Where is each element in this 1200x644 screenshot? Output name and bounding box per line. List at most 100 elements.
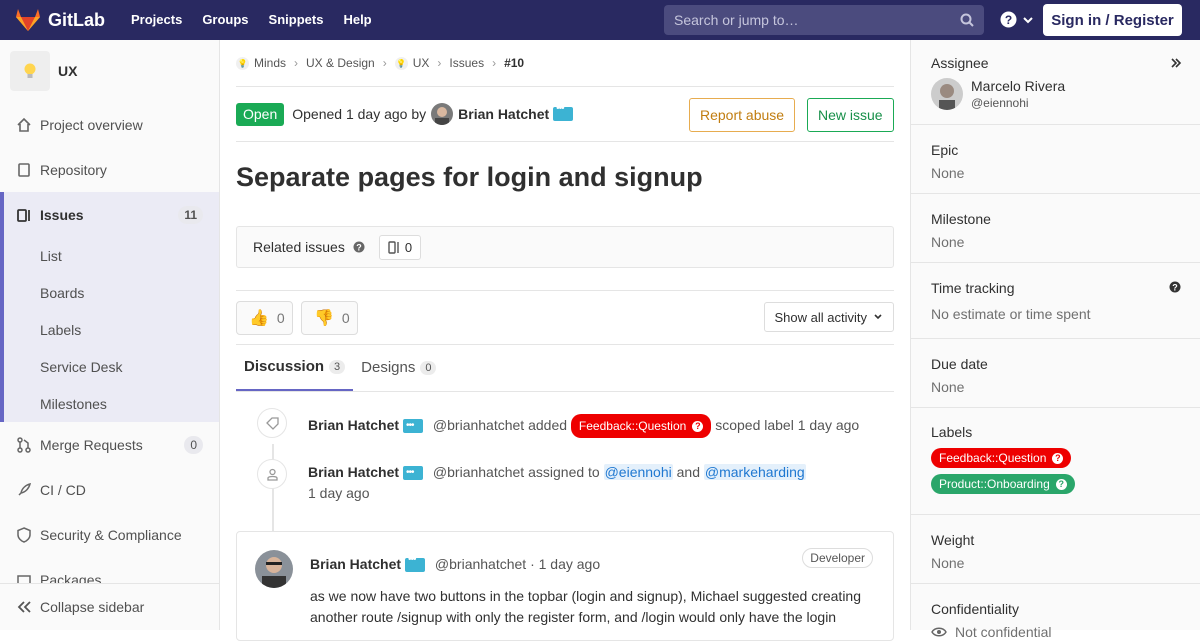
label-feedback-question[interactable]: Feedback::Question? — [931, 448, 1072, 468]
project-sidebar: UX Project overview Repository Issues 11… — [0, 40, 220, 630]
nav-help[interactable]: Help — [333, 0, 381, 40]
submenu-item-milestones[interactable]: Milestones — [4, 385, 219, 422]
submenu-item-list[interactable]: List — [4, 237, 219, 274]
author-name-link[interactable]: Brian Hatchet — [458, 106, 549, 122]
label-text: Feedback::Question — [939, 451, 1047, 465]
comment-header: Brian Hatchet @brianhatchet · 1 day ago — [310, 554, 600, 573]
nav-projects[interactable]: Projects — [121, 0, 192, 40]
question-circle-icon[interactable]: ? — [353, 241, 365, 253]
nav-groups[interactable]: Groups — [192, 0, 258, 40]
double-chevron-right-icon[interactable] — [1170, 57, 1182, 69]
breadcrumb-ux-design[interactable]: UX & Design — [306, 56, 375, 70]
note-author-link[interactable]: Brian Hatchet — [308, 417, 399, 433]
tab-discussion[interactable]: Discussion 3 — [236, 344, 354, 391]
issue-sidebar: Assignee Marcelo Rivera @eiennohi Epic N… — [910, 40, 1200, 640]
question-circle-icon[interactable]: ? — [1169, 281, 1181, 293]
sidebar-item-security[interactable]: Security & Compliance — [0, 512, 219, 557]
mention-markeharding[interactable]: @markeharding — [703, 464, 806, 480]
related-issues-count[interactable]: 0 — [378, 234, 422, 260]
sidebar-item-repository[interactable]: Repository — [0, 147, 219, 192]
collapse-sidebar-button[interactable]: Collapse sidebar — [0, 583, 219, 630]
sidebar-item-label: Merge Requests — [40, 436, 143, 453]
label-text: Feedback::Question — [578, 419, 687, 433]
submenu-item-service-desk[interactable]: Service Desk — [4, 348, 219, 385]
show-activity-dropdown[interactable]: Show all activity — [763, 302, 894, 332]
project-avatar — [10, 51, 50, 91]
sidebar-item-project-overview[interactable]: Project overview — [0, 102, 219, 147]
note-action: added — [528, 417, 568, 433]
tag-icon — [257, 408, 287, 438]
assignee-block: Assignee Marcelo Rivera @eiennohi — [911, 40, 1200, 125]
chevron-down-icon — [874, 314, 882, 320]
epic-block: Epic None — [911, 125, 1200, 194]
sidebar-item-ci-cd[interactable]: CI / CD — [0, 467, 219, 512]
search-input[interactable] — [674, 12, 954, 28]
comment-note: Brian Hatchet @brianhatchet · 1 day ago … — [236, 531, 894, 641]
search-box[interactable] — [664, 5, 984, 35]
report-abuse-button[interactable]: Report abuse — [689, 98, 796, 132]
thumbs-down-button[interactable]: 👎 0 — [301, 300, 358, 335]
brand-name: GitLab — [48, 9, 105, 30]
gitlab-logo[interactable]: GitLab — [15, 0, 105, 40]
tab-count: 0 — [420, 360, 437, 375]
breadcrumb-issues[interactable]: Issues — [449, 56, 484, 70]
label-product-onboarding[interactable]: Product::Onboarding? — [931, 474, 1075, 494]
help-dropdown[interactable]: ? — [1000, 11, 1034, 28]
note-author-link[interactable]: Brian Hatchet — [308, 464, 399, 480]
assignee-label: Assignee — [931, 55, 989, 71]
sign-in-button[interactable]: Sign in / Register — [1043, 4, 1182, 36]
nav-snippets[interactable]: Snippets — [259, 0, 334, 40]
discussion-timeline: Brian Hatchet @brianhatchet added Feedba… — [236, 408, 894, 554]
sidebar-item-merge-requests[interactable]: Merge Requests 0 — [0, 422, 219, 467]
chevron-right-icon: › — [382, 56, 387, 70]
show-activity-label: Show all activity — [774, 309, 867, 325]
lightbulb-icon — [24, 63, 36, 78]
sidebar-item-label: Project overview — [40, 116, 143, 133]
breadcrumb-minds[interactable]: Minds — [254, 56, 286, 70]
commenter-avatar[interactable] — [255, 550, 293, 588]
mention-eiennohi[interactable]: @eiennohi — [603, 464, 673, 480]
comment-body: as we now have two buttons in the topbar… — [310, 588, 862, 625]
assignee-name[interactable]: Marcelo Rivera — [971, 78, 1065, 94]
question-icon: ? — [692, 420, 704, 432]
related-issues-label: Related issues — [253, 239, 345, 255]
submenu-item-boards[interactable]: Boards — [4, 274, 219, 311]
sidebar-item-issues[interactable]: Issues 11 — [0, 192, 219, 237]
label-feedback-question[interactable]: Feedback::Question? — [570, 414, 712, 438]
project-header[interactable]: UX — [0, 40, 219, 102]
assignee-avatar[interactable] — [931, 78, 963, 110]
group-avatar-icon: 💡 — [236, 56, 249, 70]
system-note-label: Brian Hatchet @brianhatchet added Feedba… — [236, 408, 894, 438]
issues-icon — [16, 207, 32, 223]
svg-text:?: ? — [356, 243, 362, 253]
shield-icon — [16, 526, 32, 543]
thumbs-up-button[interactable]: 👍 0 — [236, 300, 293, 335]
related-issues-panel: Related issues ? 0 — [236, 226, 894, 268]
tab-designs[interactable]: Designs 0 — [353, 344, 444, 391]
project-avatar-icon: 💡 — [394, 56, 408, 70]
comment-author-link[interactable]: Brian Hatchet — [310, 556, 401, 572]
project-name: UX — [58, 63, 78, 79]
note-time: 1 day ago — [308, 485, 370, 501]
due-date-block: Due date None — [911, 339, 1200, 408]
submenu-item-labels[interactable]: Labels — [4, 311, 219, 348]
new-issue-button[interactable]: New issue — [807, 98, 894, 132]
breadcrumb-issue-number[interactable]: #10 — [504, 56, 524, 70]
tab-label: Discussion — [244, 358, 325, 375]
status-badge: Open — [236, 102, 285, 126]
question-icon: ? — [1052, 452, 1064, 464]
chevron-right-icon: › — [437, 56, 442, 70]
chevron-right-icon: › — [294, 56, 299, 70]
system-note-assign: Brian Hatchet @brianhatchet assigned to … — [236, 459, 894, 504]
sidebar-item-label: Security & Compliance — [40, 526, 182, 543]
weight-label: Weight — [931, 532, 975, 548]
sidebar-item-label: Issues — [40, 206, 84, 223]
chevron-right-icon: › — [492, 56, 497, 70]
note-suffix: scoped label 1 day ago — [715, 417, 860, 433]
milestone-block: Milestone None — [911, 194, 1200, 263]
issue-title: Separate pages for login and signup — [236, 162, 703, 192]
author-avatar[interactable] — [431, 103, 454, 125]
chat-icon — [553, 103, 574, 121]
breadcrumb-ux[interactable]: UX — [413, 56, 430, 70]
svg-text:?: ? — [1005, 13, 1012, 27]
